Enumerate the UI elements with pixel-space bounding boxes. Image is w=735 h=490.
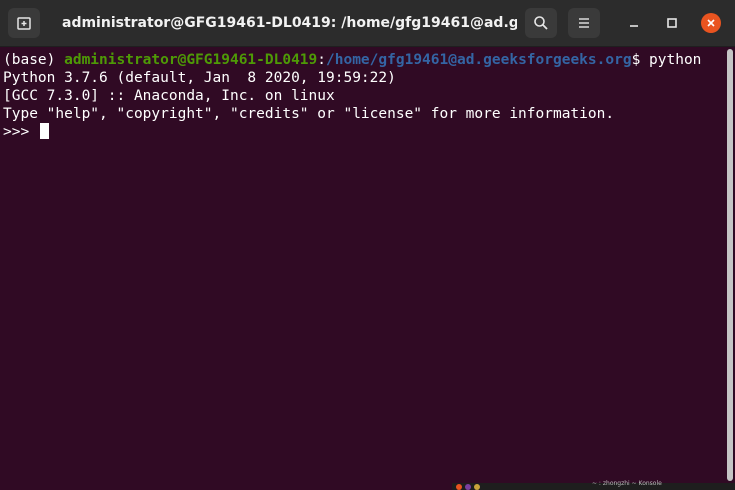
taskbar-dot-icon <box>456 484 462 490</box>
search-button[interactable] <box>525 8 557 38</box>
close-icon <box>707 19 715 27</box>
maximize-icon <box>667 18 677 28</box>
prompt-path: /home/gfg19461@ad.geeksforgeeks.org <box>326 52 632 68</box>
close-button[interactable] <box>701 13 721 33</box>
prompt-separator: : <box>317 52 327 68</box>
window-title: administrator@GFG19461-DL0419: /home/gfg… <box>62 15 517 31</box>
command-line: (base) administrator@GFG19461-DL0419:/ho… <box>3 51 701 69</box>
minimize-button[interactable] <box>624 13 644 33</box>
vertical-scrollbar[interactable] <box>727 49 733 481</box>
command-text: python <box>649 52 702 68</box>
prompt-symbol: $ <box>631 52 650 68</box>
taskbar-text: ~ : zhongzhi ~ Konsole <box>592 480 662 487</box>
hamburger-menu-icon <box>579 18 589 28</box>
taskbar-dot-icon <box>474 484 480 490</box>
prompt-user-host: administrator@GFG19461-DL0419 <box>64 52 318 68</box>
maximize-button[interactable] <box>662 13 682 33</box>
minimize-icon <box>630 25 638 27</box>
text-cursor <box>39 123 49 139</box>
menu-button[interactable] <box>568 8 600 38</box>
output-line: Python 3.7.6 (default, Jan 8 2020, 19:59… <box>3 70 396 86</box>
conda-env: (base) <box>3 52 65 68</box>
taskbar-preview: ~ : zhongzhi ~ Konsole <box>452 480 735 490</box>
new-tab-icon <box>17 17 31 30</box>
search-icon <box>534 16 548 30</box>
new-tab-button[interactable] <box>8 8 40 38</box>
terminal-output[interactable]: (base) administrator@GFG19461-DL0419:/ho… <box>0 47 725 490</box>
taskbar-dot-icon <box>465 484 471 490</box>
repl-line: >>> <box>3 123 49 141</box>
repl-prompt: >>> <box>3 124 38 140</box>
output-line: [GCC 7.3.0] :: Anaconda, Inc. on linux <box>3 88 335 104</box>
output-line: Type "help", "copyright", "credits" or "… <box>3 106 615 122</box>
title-bar: administrator@GFG19461-DL0419: /home/gfg… <box>0 0 735 47</box>
